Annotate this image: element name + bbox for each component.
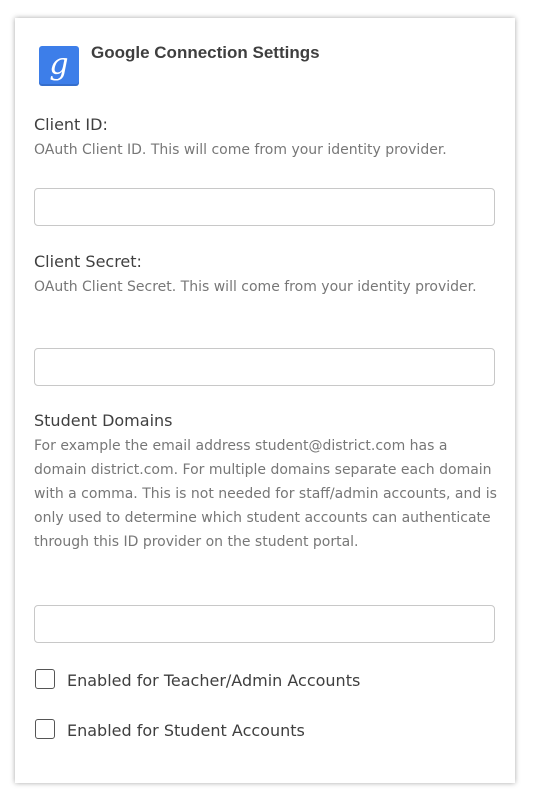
student-domains-input[interactable] — [34, 605, 495, 643]
client-secret-label: Client Secret: — [34, 252, 142, 271]
google-logo-icon: g — [39, 46, 79, 86]
google-connection-settings-panel: g Google Connection Settings Client ID: … — [15, 18, 515, 783]
client-id-description: OAuth Client ID. This will come from you… — [34, 142, 447, 158]
client-secret-section: Client Secret: OAuth Client Secret. This… — [34, 251, 497, 299]
google-logo-glyph: g — [49, 47, 69, 82]
student-checkbox[interactable] — [35, 719, 55, 739]
teacher-admin-checkbox-row[interactable]: Enabled for Teacher/Admin Accounts — [35, 668, 475, 692]
student-checkbox-row[interactable]: Enabled for Student Accounts — [35, 718, 475, 742]
client-id-input[interactable] — [34, 188, 495, 226]
teacher-admin-checkbox[interactable] — [35, 669, 55, 689]
client-secret-description: OAuth Client Secret. This will come from… — [34, 279, 477, 295]
client-id-section: Client ID: OAuth Client ID. This will co… — [34, 114, 497, 162]
student-domains-section: Student Domains For example the email ad… — [34, 410, 497, 554]
panel-header: g Google Connection Settings — [39, 42, 479, 86]
student-domains-description: For example the email address student@di… — [34, 438, 497, 550]
student-checkbox-label[interactable]: Enabled for Student Accounts — [67, 720, 305, 742]
panel-title: Google Connection Settings — [91, 43, 320, 62]
client-secret-input[interactable] — [34, 348, 495, 386]
teacher-admin-checkbox-label[interactable]: Enabled for Teacher/Admin Accounts — [67, 670, 360, 692]
student-domains-label: Student Domains — [34, 411, 173, 430]
client-id-label: Client ID: — [34, 115, 108, 134]
